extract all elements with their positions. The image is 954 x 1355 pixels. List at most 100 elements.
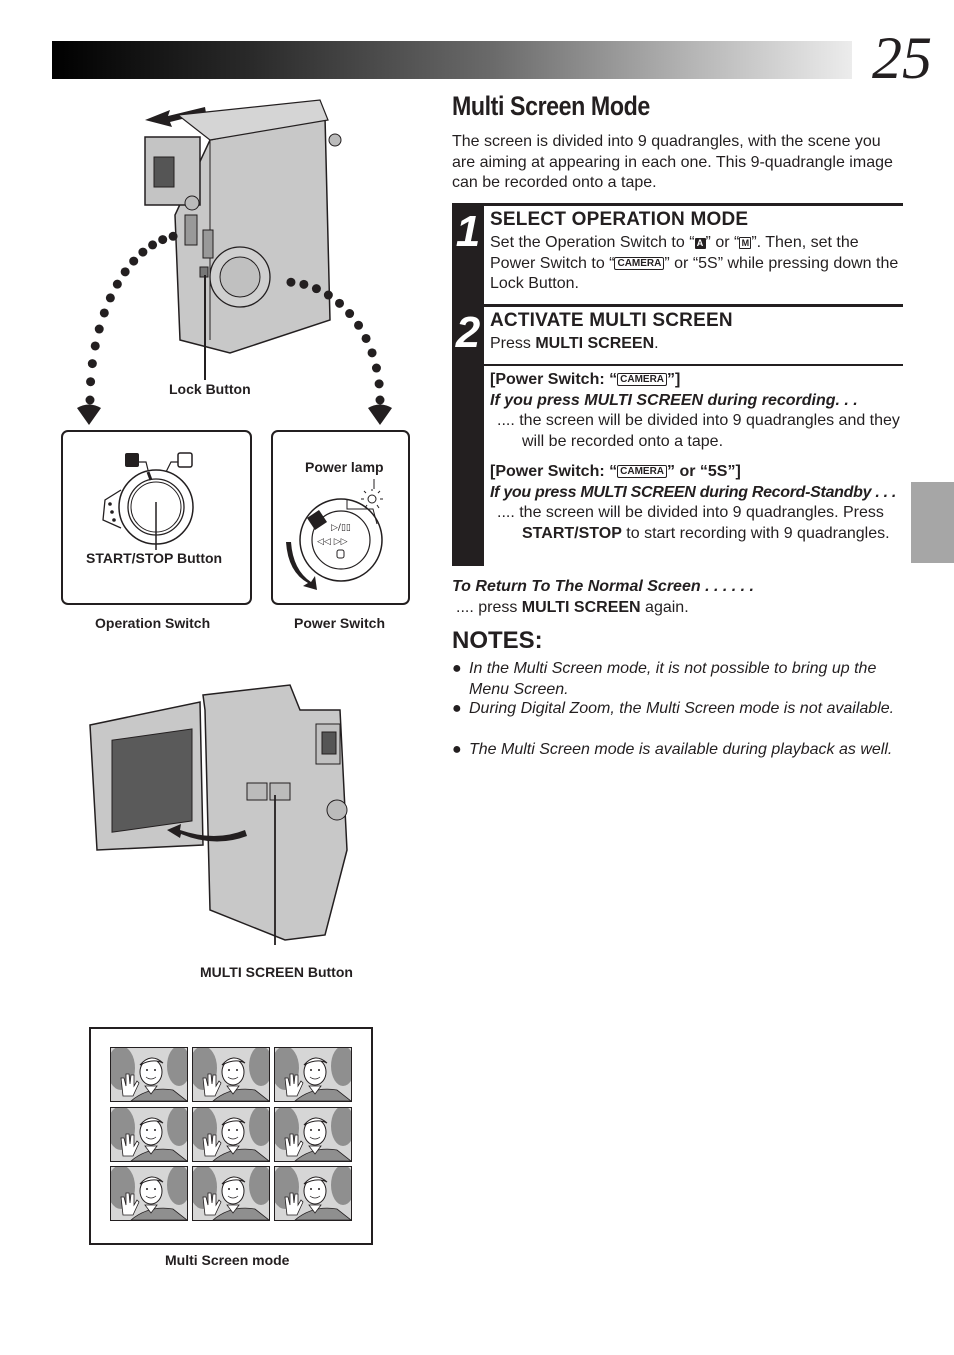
dot [85,395,95,405]
page-title: Multi Screen Mode [452,91,650,121]
note-item: ● During Digital Zoom, the Multi Screen … [452,699,902,720]
dot [311,284,321,294]
power-switch-dial-icon: ▷/▯▯ ◁◁ ▷▷ [286,479,383,590]
dot [354,320,364,330]
svg-text:◁◁ ▷▷: ◁◁ ▷▷ [317,537,348,547]
dot [148,240,158,250]
quadrangle-thumbnail [274,1047,352,1102]
case-2-trigger: If you press MULTI SCREEN during Record-… [490,484,897,501]
dot [361,333,371,343]
dot [323,290,333,300]
note-item: ● In the Multi Screen mode, it is not po… [452,659,902,700]
step-1-text: Set the Operation Switch to “A” or “M”. … [490,233,904,295]
camcorder-lcd-open-illustration [89,684,348,945]
return-suffix: again. [640,599,689,616]
camera-badge: CAMERA [617,465,668,478]
dot [367,348,377,358]
dot [99,308,109,318]
dot [105,293,115,303]
step-2-suffix: . [654,335,659,352]
bullet-icon: ● [452,741,462,758]
waving-person-icon [275,1167,351,1220]
multi-screen-button-graphic [246,782,268,801]
case-1-trigger: If you press MULTI SCREEN during recordi… [490,392,858,409]
step-2-text: Press MULTI SCREEN. [490,334,659,355]
intro-paragraph: The screen is divided into 9 quadrangles… [452,133,893,191]
page-number: 25 [872,25,932,91]
multi-screen-preview [89,1027,373,1245]
step-1-text-a: Set the Operation Switch to “ [490,234,695,251]
dot [90,341,100,351]
manual-mode-badge: M [739,237,752,249]
power-switch-panel: Power lamp ▷/▯▯ ◁◁ ▷▷ [271,430,410,605]
bullet-icon: ● [452,700,462,717]
step-1-rule [484,203,903,206]
dot [129,256,139,266]
step-2-bold: MULTI SCREEN [535,335,655,352]
arrowhead-left-icon [77,404,101,425]
dot [371,363,381,373]
dot [345,309,355,319]
auto-mode-badge: A [694,238,706,249]
waving-person-icon [111,1048,187,1101]
dot [168,231,178,241]
case-2-cond-suffix: ” or “5S”] [667,463,741,480]
waving-person-icon [275,1048,351,1101]
quadrangle-thumbnail [192,1107,270,1162]
dot [138,247,148,257]
quadrangle-thumbnail [274,1166,352,1221]
case-2-result-a: .... the screen will be divided into 9 q… [497,504,884,521]
note-item: ● The Multi Screen mode is available dur… [452,740,902,761]
lock-button-label: Lock Button [169,381,251,397]
waving-person-icon [193,1048,269,1101]
step-2-heading: ACTIVATE MULTI SCREEN [490,310,733,331]
dot [375,395,385,405]
dot [94,324,104,334]
quadrangle-thumbnail [192,1166,270,1221]
arrowhead-right-icon [368,404,392,425]
notes-title: NOTES: [452,627,543,654]
quadrangle-thumbnail [110,1107,188,1162]
dot [112,279,122,289]
multi-screen-mode-label: Multi Screen mode [165,1252,290,1268]
waving-person-icon [111,1167,187,1220]
start-stop-button-label: START/STOP Button [86,550,223,566]
operation-switch-panel: START/STOP Button [61,430,252,605]
multi-screen-button-label: MULTI SCREEN Button [200,964,353,980]
power-switch-label: Power Switch [294,615,386,631]
dot [120,267,130,277]
dot [374,379,384,389]
dot [158,235,168,245]
case-1-cond-prefix: [Power Switch: “ [490,371,618,388]
dot [87,359,97,369]
header-gradient-bar [52,41,852,79]
quadrangle-thumbnail [274,1107,352,1162]
case-1-condition: [Power Switch: “CAMERA”] [490,370,680,391]
return-heading: To Return To The Normal Screen . . . . .… [452,578,754,595]
case-2-cond-prefix: [Power Switch: “ [490,463,618,480]
dot [335,298,345,308]
step-sidebar: 1 2 [452,203,484,566]
dot [299,279,309,289]
case-2-result-bold: START/STOP [522,524,622,542]
step-1-text-b: ” or “ [705,234,740,251]
step-2-prefix: Press [490,335,536,352]
note-text: In the Multi Screen mode, it is not poss… [469,660,877,698]
quadrangle-thumbnail [110,1166,188,1221]
step-1-heading: SELECT OPERATION MODE [490,209,749,230]
case-1-cond-suffix: ”] [667,371,681,388]
waving-person-icon [275,1108,351,1161]
case-2-result: .... the screen will be divided into 9 q… [497,503,897,544]
waving-person-icon [111,1108,187,1161]
cases-rule [484,364,903,366]
case-1-result: .... the screen will be divided into 9 q… [497,412,900,450]
dotted-arc-left [85,231,178,405]
case-2-condition: [Power Switch: “CAMERA” or “5S”] [490,462,741,483]
quadrangle-thumbnail [110,1047,188,1102]
waving-person-icon [193,1167,269,1220]
quadrangle-thumbnail [192,1047,270,1102]
operation-switch-label: Operation Switch [95,615,211,631]
note-text: The Multi Screen mode is available durin… [469,741,893,758]
dot [86,377,96,387]
note-text: During Digital Zoom, the Multi Screen mo… [469,700,895,717]
